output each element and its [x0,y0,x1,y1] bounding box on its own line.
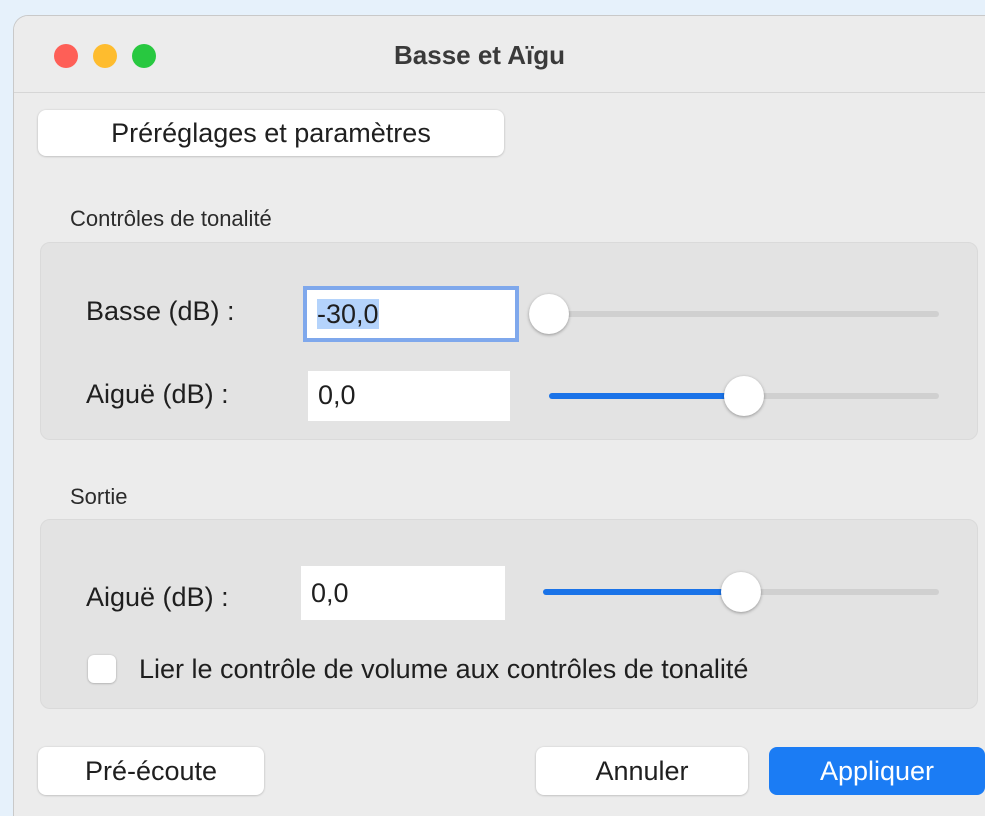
title-bar: Basse et Aïgu [14,16,985,93]
bass-slider-track [549,311,939,317]
output-group: Aiguë (dB) : 0,0 Lier le contrôle de vol… [40,519,978,709]
bass-value-text: -30,0 [317,299,379,329]
link-volume-label: Lier le contrôle de volume aux contrôles… [139,654,749,684]
treble-slider-knob[interactable] [724,376,764,416]
bass-slider-knob[interactable] [529,294,569,334]
preview-button[interactable]: Pré-écoute [38,747,264,795]
treble-slider-fill [549,393,744,399]
volume-label: Aiguë (dB) : [86,582,229,612]
treble-label: Aiguë (dB) : [86,379,229,409]
volume-slider[interactable] [543,572,939,612]
dialog-window: Basse et Aïgu Préréglages et paramètres … [14,16,985,816]
volume-value-field[interactable]: 0,0 [301,566,505,620]
zoom-window-button[interactable] [132,44,156,68]
output-section-label: Sortie [70,484,128,509]
treble-value-field[interactable]: 0,0 [308,371,510,421]
bass-slider[interactable] [529,294,939,334]
window-title: Basse et Aïgu [394,40,565,70]
presets-settings-button[interactable]: Préréglages et paramètres [38,110,504,156]
tone-controls-group: Basse (dB) : -30,0 Aiguë (dB) : 0,0 [40,242,978,440]
apply-button[interactable]: Appliquer [769,747,985,795]
minimize-window-button[interactable] [93,44,117,68]
bass-value-field[interactable]: -30,0 [307,290,515,338]
cancel-button[interactable]: Annuler [536,747,748,795]
volume-slider-knob[interactable] [721,572,761,612]
treble-slider[interactable] [549,376,939,416]
bass-label: Basse (dB) : [86,296,235,326]
tone-controls-section-label: Contrôles de tonalité [70,206,272,231]
close-window-button[interactable] [54,44,78,68]
volume-slider-fill [543,589,741,595]
link-volume-checkbox[interactable] [88,655,116,683]
